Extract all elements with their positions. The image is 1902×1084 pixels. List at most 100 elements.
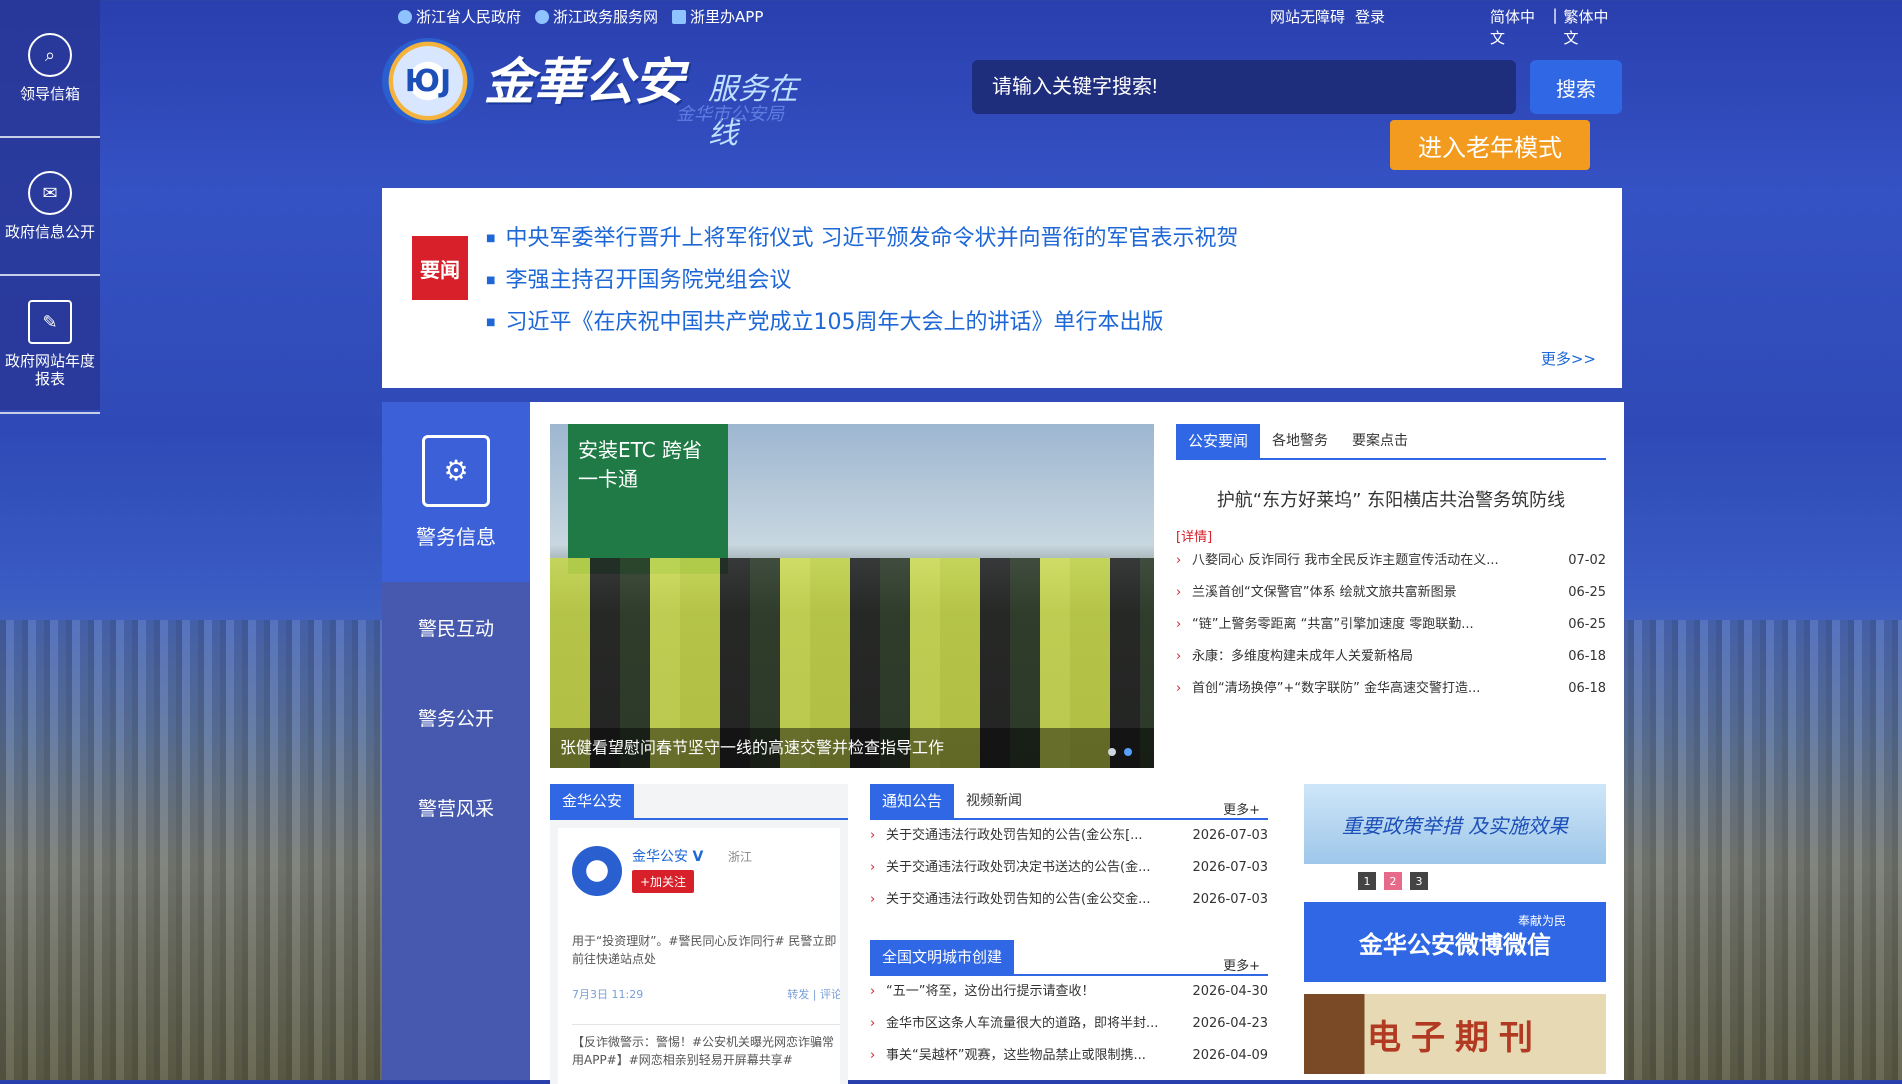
item-title: 事关“吴越杯”观赛，这些物品禁止或限制携... bbox=[886, 1048, 1146, 1063]
weibo-username[interactable]: 金华公安 V bbox=[632, 846, 703, 866]
item-date: 2026-04-30 bbox=[1192, 984, 1268, 999]
civic-more-link[interactable]: 更多+ bbox=[1223, 955, 1268, 974]
list-item[interactable]: › “链”上警务零距离 “共富”引擎加速度 零跑联勤... 06-25 bbox=[1176, 609, 1606, 641]
notice-tabs: 通知公告 视频新闻 更多+ bbox=[870, 784, 1268, 820]
sidebar-item-annual-report[interactable]: ✎ 政府网站年度报表 bbox=[0, 276, 100, 414]
tab-civic-city[interactable]: 全国文明城市创建 bbox=[870, 940, 1015, 974]
item-title: 关于交通违法行政处罚告知的公告(金公东[... bbox=[886, 828, 1143, 843]
tab-notices[interactable]: 通知公告 bbox=[870, 784, 955, 818]
nav-police-style[interactable]: 警营风采 bbox=[382, 762, 530, 852]
item-date: 2026-07-03 bbox=[1192, 860, 1268, 875]
list-item[interactable]: › 金华市区这条人车流量很大的道路，即将半封... 2026-04-23 bbox=[870, 1008, 1268, 1040]
policy-banner[interactable]: 重要政策举措 及实施效果 bbox=[1304, 784, 1606, 864]
carousel-dot[interactable] bbox=[1108, 748, 1116, 756]
headlines-tag: 要闻 bbox=[412, 236, 468, 300]
site-logo[interactable]: ЮJ 金華公安 服务在线 金华市公安局 bbox=[382, 38, 822, 151]
ejournal-banner[interactable]: 电子期刊 bbox=[1304, 994, 1606, 1074]
weibo-tabs: 金华公安 bbox=[550, 784, 848, 820]
featured-news[interactable]: 护航“东方好莱坞” 东阳横店共治警务筑防线 bbox=[1176, 486, 1606, 512]
phone-icon bbox=[672, 9, 687, 24]
headline-item[interactable]: 习近平《在庆祝中国共产党成立105周年大会上的讲话》单行本出版 bbox=[486, 302, 1238, 344]
list-item[interactable]: › 事关“吴越杯”观赛，这些物品禁止或限制携... 2026-04-09 bbox=[870, 1040, 1268, 1072]
weibo-card: 金华公安 V 浙江 +加关注 用于“投资理财”。#警民同心反诈同行# 民警立即前… bbox=[558, 828, 840, 1084]
civic-list: › “五一”将至，这份出行提示请查收！ 2026-04-30 › 金华市区这条人车流量… bbox=[870, 976, 1268, 1072]
weibo-wechat-banner[interactable]: 奉献为民 金华公安微博微信 bbox=[1304, 902, 1606, 982]
banner-title: 金华公安微博微信 bbox=[1359, 929, 1551, 959]
item-date: 07-02 bbox=[1568, 553, 1606, 568]
pager-button-active[interactable]: 2 bbox=[1384, 872, 1402, 890]
banner-slogan: 奉献为民 bbox=[1517, 914, 1566, 928]
nav-police-interaction[interactable]: 警民互动 bbox=[382, 582, 530, 672]
weibo-post: 【反诈微警示：警惕！#公安机关曝光网恋诈骗常用APP#】#网恋相亲别轻易开屏幕共… bbox=[572, 1024, 840, 1069]
list-item[interactable]: › 永康：多维度构建未成年人关爱新格局 06-18 bbox=[1176, 641, 1606, 673]
link-zhejiang-service[interactable]: 浙江政务服务网 bbox=[535, 6, 658, 27]
left-sidebar: ⌕ 领导信箱 ✉ 政府信息公开 ✎ 政府网站年度报表 bbox=[0, 0, 100, 414]
headlines-more-link[interactable]: 更多>> bbox=[1541, 348, 1596, 369]
carousel-dot-active[interactable] bbox=[1124, 748, 1132, 756]
detail-link[interactable]: [详情] bbox=[1176, 526, 1606, 545]
sidebar-item-label: 政府信息公开 bbox=[4, 223, 95, 241]
item-date: 2026-04-23 bbox=[1192, 1016, 1268, 1031]
tab-jinhua-police[interactable]: 金华公安 bbox=[550, 784, 635, 818]
headline-item[interactable]: 李强主持召开国务院党组会议 bbox=[486, 260, 1238, 302]
lang-traditional[interactable]: 繁体中文 bbox=[1564, 6, 1620, 48]
tab-police-news[interactable]: 公安要闻 bbox=[1176, 424, 1261, 458]
globe-icon bbox=[398, 9, 412, 24]
chevron-right-icon: › bbox=[870, 1048, 876, 1063]
carousel-caption[interactable]: 张健看望慰问春节坚守一线的高速交警并检查指导工作 bbox=[550, 728, 1154, 768]
accessibility-link[interactable]: 网站无障碍 bbox=[1270, 6, 1345, 27]
search-button[interactable]: 搜索 bbox=[1530, 60, 1622, 114]
item-title: 关于交通违法行政处罚告知的公告(金公交金... bbox=[886, 892, 1151, 907]
news-carousel[interactable]: 安装ETC 跨省一卡通 张健看望慰问春节坚守一线的高速交警并检查指导工作 bbox=[550, 424, 1154, 768]
tab-local-police[interactable]: 各地警务 bbox=[1260, 424, 1340, 458]
item-title: 金华市区这条人车流量很大的道路，即将半封... bbox=[886, 1016, 1159, 1031]
headline-item[interactable]: 中央军委举行晋升上将军衔仪式 习近平颁发命令状并向晋衔的军官表示祝贺 bbox=[486, 218, 1238, 260]
pager-button[interactable]: 3 bbox=[1410, 872, 1428, 890]
list-item[interactable]: › 首创“清场换停”+“数字联防” 金华高速交警打造... 06-18 bbox=[1176, 673, 1606, 705]
police-news: 公安要闻 各地警务 要案点击 护航“东方好莱坞” 东阳横店共治警务筑防线 [详情… bbox=[1176, 424, 1606, 705]
civic-panel: 全国文明城市创建 更多+ › “五一”将至，这份出行提示请查收！ 2026-04-3… bbox=[870, 940, 1268, 1072]
login-link[interactable]: 登录 bbox=[1355, 6, 1385, 27]
post-actions[interactable]: 转发 | 评论 bbox=[787, 986, 840, 1002]
item-date: 2026-04-09 bbox=[1192, 1048, 1268, 1063]
chevron-right-icon: › bbox=[870, 1016, 876, 1031]
weibo-post: 用于“投资理财”。#警民同心反诈同行# 民警立即前往快递站点处 bbox=[572, 934, 837, 966]
link-zheliban-app[interactable]: 浙里办APP bbox=[672, 6, 763, 27]
follow-button[interactable]: +加关注 bbox=[632, 870, 695, 893]
list-item[interactable]: › 八婺同心 反诈同行 我市全民反诈主题宣传活动在义... 07-02 bbox=[1176, 545, 1606, 577]
list-item[interactable]: › “五一”将至，这份出行提示请查收！ 2026-04-30 bbox=[870, 976, 1268, 1008]
list-item[interactable]: › 兰溪首创“文保警官”体系 绘就文旅共富新图景 06-25 bbox=[1176, 577, 1606, 609]
item-date: 06-18 bbox=[1568, 649, 1606, 664]
nav-police-info[interactable]: ⚙ 警务信息 bbox=[382, 402, 530, 582]
chevron-right-icon: › bbox=[1176, 681, 1182, 696]
headlines-list: 中央军委举行晋升上将军衔仪式 习近平颁发命令状并向晋衔的军官表示祝贺 李强主持召… bbox=[486, 218, 1238, 344]
pager-button[interactable]: 1 bbox=[1358, 872, 1376, 890]
nav-label: 警务信息 bbox=[416, 524, 496, 549]
search-input[interactable] bbox=[972, 60, 1516, 114]
item-date: 2026-07-03 bbox=[1192, 892, 1268, 907]
list-item[interactable]: › 关于交通违法行政处罚决定书送达的公告(金... 2026-07-03 bbox=[870, 852, 1268, 884]
item-date: 2026-07-03 bbox=[1192, 828, 1268, 843]
elder-mode-button[interactable]: 进入老年模式 bbox=[1390, 120, 1590, 170]
nav-police-disclosure[interactable]: 警务公开 bbox=[382, 672, 530, 762]
chevron-right-icon: › bbox=[870, 860, 876, 875]
lang-simplified[interactable]: 简体中文 bbox=[1490, 6, 1546, 48]
headlines-panel: 要闻 中央军委举行晋升上将军衔仪式 习近平颁发命令状并向晋衔的军官表示祝贺 李强… bbox=[382, 188, 1622, 388]
tab-video-news[interactable]: 视频新闻 bbox=[954, 784, 1034, 818]
list-item[interactable]: › 关于交通违法行政处罚告知的公告(金公东[... 2026-07-03 bbox=[870, 820, 1268, 852]
item-title: 首创“清场换停”+“数字联防” 金华高速交警打造... bbox=[1192, 681, 1481, 696]
link-label: 浙江省人民政府 bbox=[416, 8, 522, 26]
notice-panel: 通知公告 视频新闻 更多+ › 关于交通违法行政处罚告知的公告(金公东[... 20… bbox=[870, 784, 1268, 916]
notice-more-link[interactable]: 更多+ bbox=[1223, 799, 1268, 818]
banner-pager: 1 2 3 bbox=[1358, 872, 1428, 890]
username-text: 金华公安 bbox=[632, 849, 688, 865]
sidebar-item-gov-info[interactable]: ✉ 政府信息公开 bbox=[0, 138, 100, 276]
tab-major-cases[interactable]: 要案点击 bbox=[1340, 424, 1420, 458]
mail-icon: ✉ bbox=[28, 171, 72, 215]
globe-icon bbox=[535, 9, 550, 24]
avatar[interactable] bbox=[572, 846, 622, 896]
link-zhejiang-gov[interactable]: 浙江省人民政府 bbox=[398, 6, 521, 27]
sidebar-item-leader-mailbox[interactable]: ⌕ 领导信箱 bbox=[0, 0, 100, 138]
list-item[interactable]: › 关于交通违法行政处罚告知的公告(金公交金... 2026-07-03 bbox=[870, 884, 1268, 916]
item-date: 06-25 bbox=[1568, 617, 1606, 632]
